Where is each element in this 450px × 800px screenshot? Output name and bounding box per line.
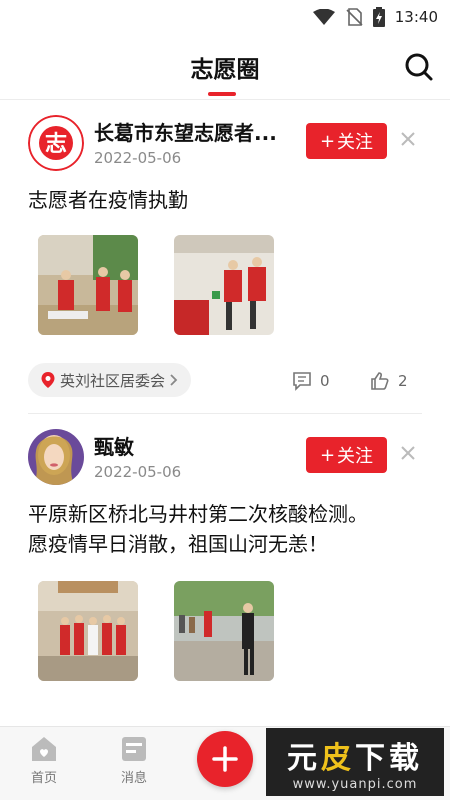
avatar-logo-text: 志: [45, 132, 67, 157]
post-author-name[interactable]: 甄敏: [94, 431, 294, 460]
watermark-text: 元皮下载: [287, 740, 423, 776]
watermark-url: www.yuanpi.com: [292, 776, 418, 792]
post-text-line: 平原新区桥北马井村第二次核酸检测。: [28, 502, 368, 526]
follow-button[interactable]: + 关注: [306, 123, 387, 159]
follow-label: 关注: [337, 446, 374, 467]
post-text-line: 愿疫情早日消散，祖国山河无恙！: [28, 532, 328, 556]
post-feed[interactable]: 志 长葛市东望志愿者... 2022-05-06 + 关注 志愿者在疫情执勤 英…: [0, 101, 450, 726]
thumbs-up-icon: [371, 372, 389, 390]
message-icon: [122, 737, 146, 761]
post-photo[interactable]: [174, 581, 274, 681]
avatar[interactable]: [28, 429, 84, 485]
wifi-icon: [312, 9, 335, 25]
post-card[interactable]: 甄敏 2022-05-06 + 关注 平原新区桥北马井村第二次核酸检测。 愿疫情…: [0, 415, 450, 726]
dismiss-button[interactable]: [398, 443, 418, 463]
like-count: 2: [398, 372, 408, 390]
watermark-logo: 元皮下载 www.yuanpi.com: [266, 728, 444, 796]
plus-icon: +: [319, 444, 336, 466]
location-chip[interactable]: 英刘社区居委会: [28, 363, 192, 397]
plus-icon: +: [319, 130, 336, 152]
nav-label: 首页: [30, 771, 57, 786]
post-photo[interactable]: [38, 235, 138, 335]
post-date: 2022-05-06: [94, 463, 182, 481]
divider: [28, 413, 422, 414]
search-button[interactable]: [402, 50, 436, 84]
nav-item-home[interactable]: 首页: [14, 735, 74, 786]
comment-icon: [293, 372, 311, 391]
app-header: 志愿圈: [0, 34, 450, 100]
chevron-right-icon: [170, 374, 178, 386]
avatar[interactable]: 志: [28, 115, 84, 171]
plus-icon: [212, 746, 238, 772]
location-pin-icon: [41, 372, 55, 388]
post-date: 2022-05-06: [94, 149, 182, 167]
page-title: 志愿圈: [190, 57, 260, 83]
location-label: 英刘社区居委会: [60, 371, 166, 390]
nav-item-messages[interactable]: 消息: [104, 735, 164, 786]
post-author-name[interactable]: 长葛市东望志愿者...: [94, 117, 294, 146]
search-icon: [405, 53, 433, 81]
post-card[interactable]: 志 长葛市东望志愿者... 2022-05-06 + 关注 志愿者在疫情执勤 英…: [0, 101, 450, 414]
dismiss-button[interactable]: [398, 129, 418, 149]
post-text: 平原新区桥北马井村第二次核酸检测。 愿疫情早日消散，祖国山河无恙！: [28, 499, 428, 559]
comment-button[interactable]: 0: [292, 371, 330, 391]
comment-count: 0: [320, 372, 330, 390]
status-time: 13:40: [394, 8, 438, 26]
create-post-button[interactable]: [197, 731, 253, 787]
close-icon: [401, 132, 415, 146]
like-button[interactable]: 2: [370, 371, 408, 391]
status-bar: 13:40: [0, 0, 450, 34]
nav-label: 消息: [120, 771, 147, 786]
post-text: 志愿者在疫情执勤: [28, 188, 188, 212]
post-photo[interactable]: [174, 235, 274, 335]
post-photo[interactable]: [38, 581, 138, 681]
follow-label: 关注: [337, 132, 374, 153]
close-icon: [401, 446, 415, 460]
no-sim-icon: [346, 8, 363, 26]
title-underline: [208, 92, 236, 96]
home-icon: [32, 737, 56, 761]
follow-button[interactable]: + 关注: [306, 437, 387, 473]
battery-icon: [372, 7, 385, 27]
